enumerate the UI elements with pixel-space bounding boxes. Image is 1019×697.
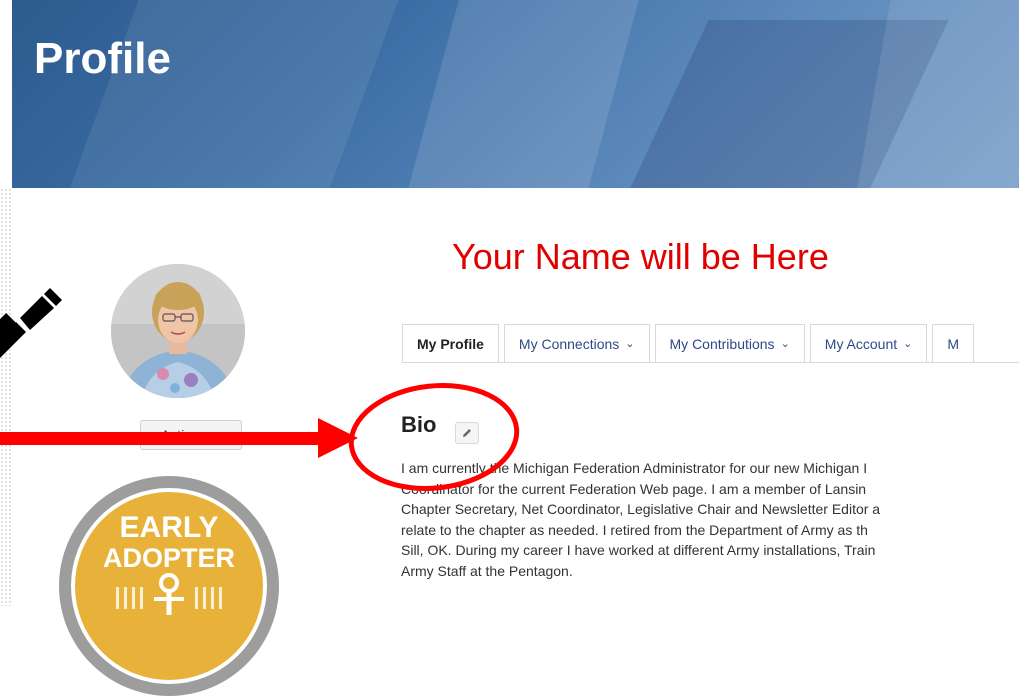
- tab-label: My Profile: [417, 335, 484, 352]
- chevron-down-icon: ⌄: [212, 429, 222, 441]
- bio-line: Army Staff at the Pentagon.: [401, 562, 573, 579]
- profile-banner: Profile: [12, 0, 1019, 188]
- actions-button-label: Actions: [160, 427, 207, 443]
- tab-more[interactable]: M: [932, 324, 975, 362]
- page-edge-pattern: [0, 188, 12, 606]
- profile-name: Your Name will be Here: [452, 236, 829, 277]
- profile-tabs: My Profile My Connections ⌄ My Contribut…: [402, 324, 1019, 363]
- tab-label: My Contributions: [669, 335, 775, 352]
- tab-my-contributions[interactable]: My Contributions ⌄: [654, 324, 805, 362]
- tab-label: M: [947, 335, 960, 352]
- tab-label: My Connections: [518, 335, 620, 352]
- bio-edit-button[interactable]: [455, 422, 479, 444]
- tab-my-account[interactable]: My Account ⌄: [809, 324, 928, 362]
- tab-my-profile[interactable]: My Profile: [402, 324, 499, 362]
- actions-button[interactable]: Actions ⌄: [140, 420, 242, 450]
- chevron-down-icon: ⌄: [780, 338, 790, 350]
- banner-decoration: [397, 0, 647, 188]
- avatar[interactable]: [111, 264, 245, 398]
- early-adopter-badge: EARLY ADOPTER: [59, 476, 279, 696]
- badge-line-1: EARLY: [120, 511, 219, 544]
- avatar-photo: [111, 264, 245, 398]
- bio-line: Sill, OK. During my career I have worked…: [401, 542, 876, 558]
- tab-my-connections[interactable]: My Connections ⌄: [503, 324, 650, 362]
- chevron-down-icon: ⌄: [625, 338, 635, 350]
- page-title: Profile: [34, 34, 171, 83]
- bio-heading: Bio: [401, 412, 437, 437]
- tab-label: My Account: [824, 335, 898, 352]
- bio-line: relate to the chapter as needed. I retir…: [401, 521, 868, 538]
- badge-line-2: ADOPTER: [103, 543, 235, 573]
- bio-line: I am currently the Michigan Federation A…: [401, 460, 868, 476]
- banner-decoration: [58, 0, 406, 188]
- bio-text: I am currently the Michigan Federation A…: [401, 458, 1019, 581]
- pencil-icon: [463, 429, 471, 437]
- bio-line: Chapter Secretary, Net Coordinator, Legi…: [401, 501, 881, 517]
- bio-line: Coordinator for the current Federation W…: [401, 480, 867, 497]
- chevron-down-icon: ⌄: [903, 338, 913, 350]
